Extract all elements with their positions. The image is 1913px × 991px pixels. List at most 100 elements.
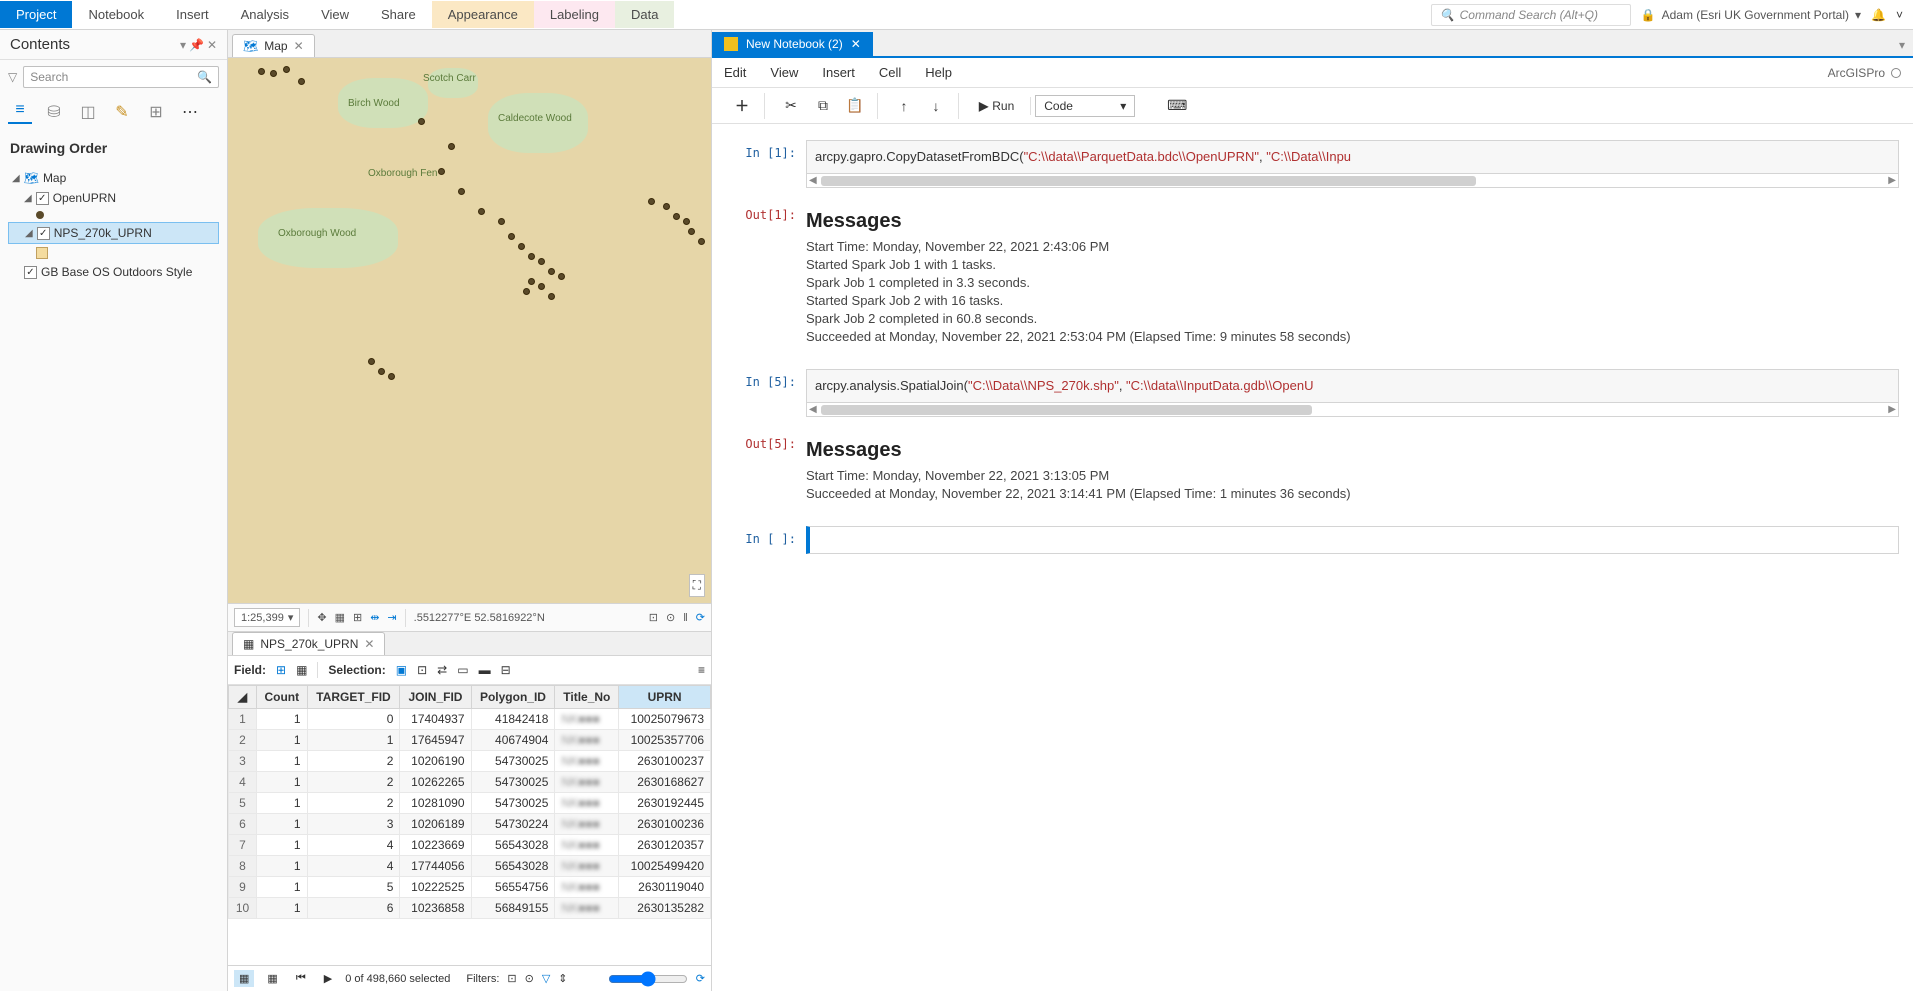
close-icon[interactable]: ✕: [294, 39, 304, 53]
map-tool-icon[interactable]: ⇹: [370, 611, 379, 624]
ribbon-collapse-icon[interactable]: ˅: [1896, 8, 1903, 22]
map-tool-icon[interactable]: ⊡: [649, 611, 658, 624]
map-tab[interactable]: 🗺 Map ✕: [232, 34, 315, 57]
calculate-button[interactable]: ▦: [296, 663, 307, 677]
checkbox-icon[interactable]: ✓: [24, 266, 37, 279]
scroll-right-icon[interactable]: ▶: [1888, 175, 1896, 186]
more-options-icon[interactable]: ⋯: [178, 100, 202, 124]
copy-button[interactable]: ⧉: [809, 93, 837, 119]
command-palette-button[interactable]: ⌨: [1163, 93, 1191, 119]
kernel-indicator[interactable]: ArcGISPro: [1828, 66, 1901, 80]
pause-icon[interactable]: ‖: [683, 612, 688, 624]
table-row[interactable]: 1101740493741842418NK■■■10025079673: [229, 709, 711, 730]
command-search[interactable]: 🔍 Command Search (Alt+Q): [1431, 4, 1631, 26]
table-row[interactable]: 2111764594740674904NK■■■10025357706: [229, 730, 711, 751]
add-field-button[interactable]: ⊞: [276, 663, 286, 677]
code-cell[interactable]: arcpy.analysis.SpatialJoin("C:\\Data\\NP…: [806, 369, 1899, 403]
ribbon-tab-view[interactable]: View: [305, 1, 365, 28]
nb-menu-view[interactable]: View: [770, 65, 798, 80]
table-row[interactable]: 5121028109054730025NK■■■2630192445: [229, 793, 711, 814]
paste-button[interactable]: 📋: [841, 93, 869, 119]
table-row[interactable]: 8141774405656543028NK■■■10025499420: [229, 856, 711, 877]
column-header[interactable]: JOIN_FID: [400, 686, 471, 709]
select-by-attributes-button[interactable]: ▣: [396, 663, 407, 677]
map-tool-icon[interactable]: ▦: [335, 611, 345, 624]
close-icon[interactable]: ✕: [364, 637, 374, 651]
nb-menu-edit[interactable]: Edit: [724, 65, 746, 80]
list-by-source-button[interactable]: ⛁: [42, 100, 66, 124]
checkbox-icon[interactable]: ✓: [36, 192, 49, 205]
toc-map[interactable]: ◢ 🗺 Map: [8, 168, 219, 188]
scrollbar[interactable]: ◀ ▶: [806, 174, 1899, 188]
table-row[interactable]: 7141022366956543028NK■■■2630120357: [229, 835, 711, 856]
ribbon-tab-notebook[interactable]: Notebook: [72, 1, 160, 28]
toc-symbol-openuprn[interactable]: [8, 208, 219, 222]
notebook-tab[interactable]: New Notebook (2) ✕: [712, 32, 873, 56]
column-header[interactable]: Count: [257, 686, 308, 709]
list-by-snapping-button[interactable]: ⊞: [144, 100, 168, 124]
nb-menu-help[interactable]: Help: [925, 65, 952, 80]
list-by-editing-button[interactable]: ✎: [110, 100, 134, 124]
move-down-button[interactable]: ↓: [922, 93, 950, 119]
map-tool-icon[interactable]: ⇥: [387, 611, 396, 624]
menu-icon[interactable]: ≡: [698, 663, 705, 677]
scrollbar[interactable]: ◀ ▶: [806, 403, 1899, 417]
list-by-drawing-order-button[interactable]: ≡: [8, 100, 32, 124]
scroll-right-icon[interactable]: ▶: [1888, 404, 1896, 415]
map-scale-tool[interactable]: ⛶: [689, 574, 705, 597]
panel-menu-icon[interactable]: ▾: [180, 38, 186, 52]
filter-icon[interactable]: ▽: [542, 972, 550, 985]
toc-layer-openuprn[interactable]: ◢ ✓ OpenUPRN: [8, 188, 219, 208]
move-up-button[interactable]: ↑: [890, 93, 918, 119]
ribbon-tab-labeling[interactable]: Labeling: [534, 1, 615, 28]
list-by-selection-button[interactable]: ◫: [76, 100, 100, 124]
code-cell[interactable]: arcpy.gapro.CopyDatasetFromBDC("C:\\data…: [806, 140, 1899, 174]
panel-menu-dropdown-icon[interactable]: ▾: [1891, 34, 1913, 56]
toc-layer-basemap[interactable]: ✓ GB Base OS Outdoors Style: [8, 262, 219, 282]
refresh-icon[interactable]: ⟳: [696, 972, 705, 985]
table-row[interactable]: 9151022252556554756NK■■■2630119040: [229, 877, 711, 898]
filter-icon[interactable]: ▽: [8, 70, 17, 84]
cell-type-selector[interactable]: Code▾: [1035, 95, 1135, 117]
switch-selection-button[interactable]: ⇄: [437, 663, 447, 677]
table-row[interactable]: 6131020618954730224NK■■■2630100236: [229, 814, 711, 835]
ribbon-tab-appearance[interactable]: Appearance: [432, 1, 534, 28]
panel-close-icon[interactable]: ✕: [207, 38, 217, 52]
code-cell-empty[interactable]: [806, 526, 1899, 554]
scale-selector[interactable]: 1:25,399▾: [234, 608, 300, 627]
table-tab[interactable]: ▦ NPS_270k_UPRN ✕: [232, 632, 385, 655]
map-tool-icon[interactable]: ⊙: [666, 611, 675, 624]
map-tool-icon[interactable]: ✥: [317, 611, 326, 624]
filter-icon[interactable]: ⊡: [507, 972, 516, 985]
cut-button[interactable]: ✂: [777, 93, 805, 119]
ribbon-tab-analysis[interactable]: Analysis: [225, 1, 305, 28]
column-header[interactable]: TARGET_FID: [307, 686, 400, 709]
clear-selection-button[interactable]: ▭: [457, 663, 468, 677]
contents-search[interactable]: Search 🔍: [23, 66, 219, 88]
notifications-icon[interactable]: 🔔: [1871, 8, 1886, 22]
show-selected-icon[interactable]: ▦: [262, 970, 282, 987]
nb-menu-cell[interactable]: Cell: [879, 65, 901, 80]
nb-menu-insert[interactable]: Insert: [822, 65, 855, 80]
panel-pin-icon[interactable]: 📌: [189, 38, 204, 52]
close-icon[interactable]: ✕: [851, 37, 861, 51]
checkbox-icon[interactable]: ✓: [37, 227, 50, 240]
ribbon-tab-share[interactable]: Share: [365, 1, 432, 28]
filter-expand-icon[interactable]: ⇕: [558, 972, 567, 985]
zoom-slider[interactable]: [608, 971, 688, 987]
map-view[interactable]: Birch Wood Scotch Carr Caldecote Wood Ox…: [228, 58, 711, 603]
scroll-left-icon[interactable]: ◀: [809, 175, 817, 186]
table-row[interactable]: 3121020619054730025NK■■■2630100237: [229, 751, 711, 772]
copy-selection-button[interactable]: ⊟: [501, 663, 511, 677]
ribbon-tab-insert[interactable]: Insert: [160, 1, 225, 28]
user-area[interactable]: 🔒 Adam (Esri UK Government Portal) ▾: [1641, 8, 1861, 22]
refresh-icon[interactable]: ⟳: [696, 611, 705, 624]
table-row[interactable]: 4121026226554730025NK■■■2630168627: [229, 772, 711, 793]
add-cell-button[interactable]: ＋: [728, 93, 756, 119]
ribbon-tab-data[interactable]: Data: [615, 1, 674, 28]
show-all-icon[interactable]: ▦: [234, 970, 254, 987]
column-header[interactable]: Polygon_ID: [471, 686, 555, 709]
toc-symbol-nps[interactable]: [8, 244, 219, 262]
data-table[interactable]: ◢ Count TARGET_FID JOIN_FID Polygon_ID T…: [228, 685, 711, 919]
table-row[interactable]: 10161023685856849155NK■■■2630135282: [229, 898, 711, 919]
